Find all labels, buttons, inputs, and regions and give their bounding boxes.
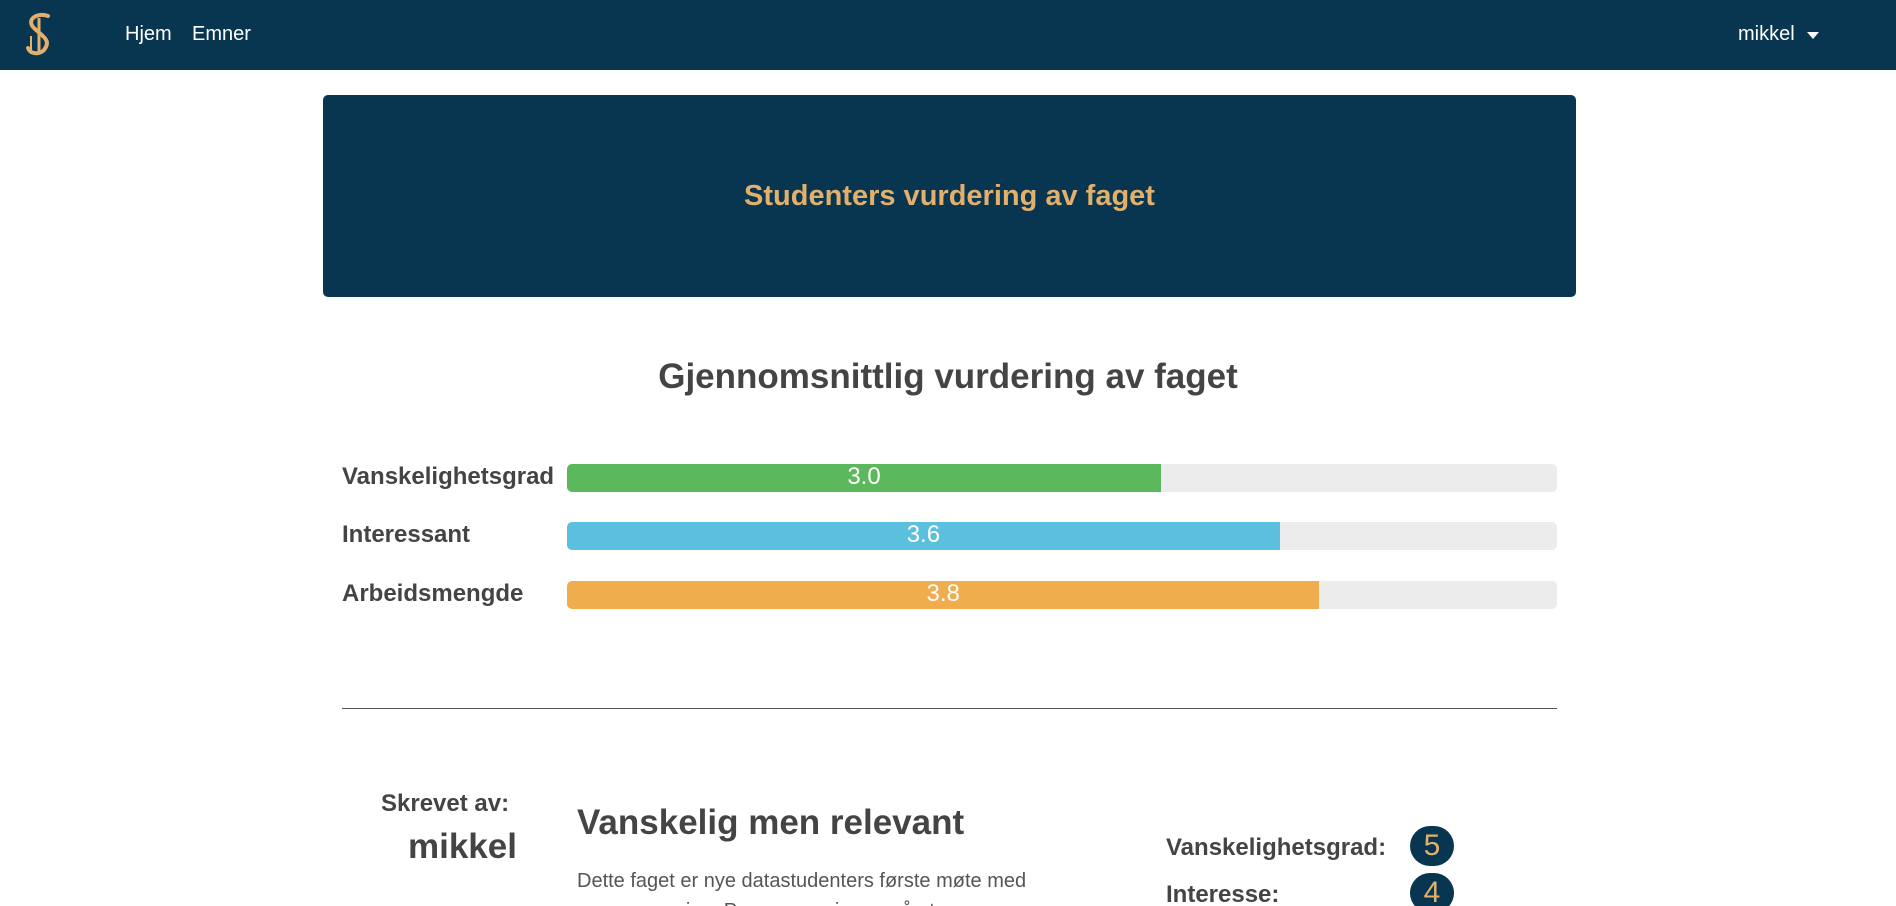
written-by-label: Skrevet av: bbox=[381, 790, 510, 817]
progress-bar-fill: 3.8 bbox=[567, 581, 1320, 609]
review-text: Dette faget er nye datastudenters første… bbox=[577, 870, 1027, 906]
rating-label: Vanskelighetsgrad bbox=[342, 463, 555, 490]
hero-title: Studenters vurdering av faget bbox=[744, 179, 1155, 212]
review-author: mikkel bbox=[408, 827, 517, 866]
caret-down-icon bbox=[1806, 32, 1819, 39]
rating-label: Interessant bbox=[342, 521, 471, 548]
progress-track: 3.6 bbox=[567, 522, 1557, 550]
progress-bar-fill: 3.6 bbox=[567, 522, 1280, 550]
nav-link-hjem[interactable]: Hjem bbox=[125, 23, 172, 46]
average-rating-title: Gjennomsnittlig vurdering av faget bbox=[658, 357, 1238, 396]
rating-row-interessant: Interessant 3.6 bbox=[342, 520, 1557, 550]
score-label: Vanskelighetsgrad: bbox=[1166, 834, 1387, 861]
navbar: Hjem Emner mikkel bbox=[0, 0, 1896, 70]
score-row-vanskelighetsgrad: Vanskelighetsgrad: 5 bbox=[1166, 826, 1466, 870]
progress-bar-fill: 3.0 bbox=[567, 464, 1161, 492]
nav-link-emner[interactable]: Emner bbox=[192, 23, 251, 46]
score-badge: 5 bbox=[1410, 826, 1454, 866]
logo-svg bbox=[26, 13, 50, 56]
user-name: mikkel bbox=[1738, 23, 1795, 45]
review-title: Vanskelig men relevant bbox=[577, 803, 965, 842]
user-menu[interactable]: mikkel bbox=[1738, 23, 1819, 46]
section-divider bbox=[342, 708, 1557, 709]
score-row-interesse: Interesse: 4 bbox=[1166, 873, 1466, 906]
s-monogram-logo-icon[interactable] bbox=[22, 12, 56, 56]
rating-row-arbeidsmengde: Arbeidsmengde 3.8 bbox=[342, 579, 1557, 609]
score-label: Interesse: bbox=[1166, 881, 1280, 906]
hero-banner: Studenters vurdering av faget bbox=[323, 95, 1576, 297]
rating-label: Arbeidsmengde bbox=[342, 580, 524, 607]
progress-track: 3.8 bbox=[567, 581, 1557, 609]
progress-track: 3.0 bbox=[567, 464, 1557, 492]
score-badge: 4 bbox=[1410, 873, 1454, 906]
rating-row-vanskelighetsgrad: Vanskelighetsgrad 3.0 bbox=[342, 462, 1557, 492]
